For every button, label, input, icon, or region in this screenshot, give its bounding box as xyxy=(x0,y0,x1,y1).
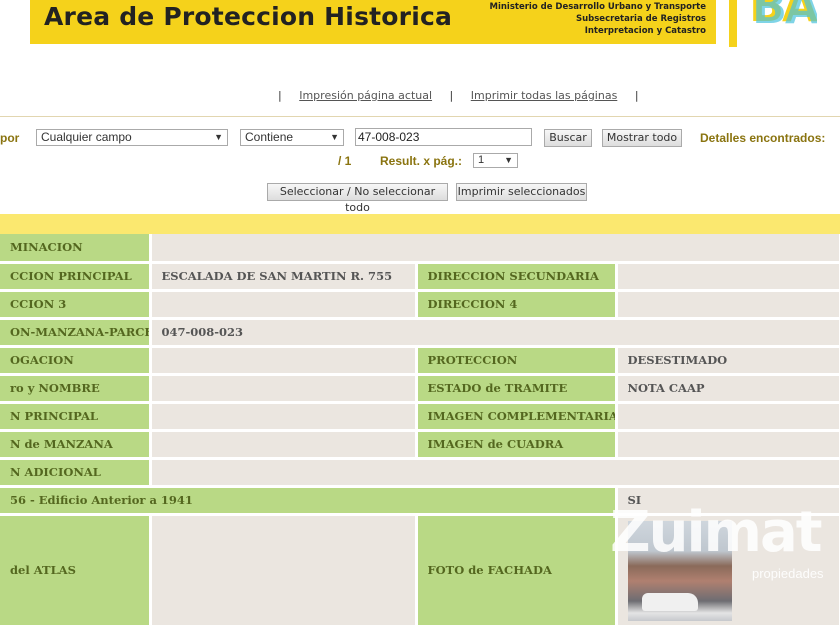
field-label: FOTO de FACHADA xyxy=(416,514,618,628)
print-links: | Impresión página actual | Imprimir tod… xyxy=(278,89,639,102)
toggle-select-all-button[interactable]: Seleccionar / No seleccionar todo xyxy=(267,183,448,214)
field-label: CCION 3 xyxy=(0,290,152,320)
per-page-label: Result. x pág.: xyxy=(380,154,463,168)
page-title: Area de Proteccion Historica xyxy=(44,2,453,31)
chevron-down-icon: ▼ xyxy=(330,132,339,142)
watermark-subtext: propiedades xyxy=(752,566,824,581)
field-value xyxy=(150,458,840,488)
divider-line xyxy=(0,116,840,117)
table-row: OGACION PROTECCION DESESTIMADO xyxy=(0,346,840,376)
table-row: N ADICIONAL xyxy=(0,458,840,488)
separator: | xyxy=(278,89,282,102)
show-all-button[interactable]: Mostrar todo xyxy=(602,129,682,147)
watermark-logo: Zuimat xyxy=(610,500,823,565)
field-label: N ADICIONAL xyxy=(0,458,152,488)
field-label: OGACION xyxy=(0,346,152,376)
field-value: 047-008-023 xyxy=(150,318,840,348)
chevron-down-icon: ▼ xyxy=(214,132,223,142)
field-label: 56 - Edificio Anterior a 1941 xyxy=(0,486,618,516)
operator-select[interactable]: Contiene ▼ xyxy=(240,129,344,146)
field-label: CCION PRINCIPAL xyxy=(0,262,152,292)
field-value xyxy=(616,430,840,460)
chevron-down-icon: ▼ xyxy=(504,155,513,165)
filter-label: por xyxy=(0,131,20,145)
field-label: ro y NOMBRE xyxy=(0,374,152,404)
separator: | xyxy=(449,89,454,102)
per-page-select[interactable]: 1 ▼ xyxy=(473,153,518,168)
field-value xyxy=(150,430,418,460)
field-value xyxy=(150,234,840,264)
field-label: DIRECCION SECUNDARIA xyxy=(416,262,618,292)
found-label: Detalles encontrados: xyxy=(700,131,826,145)
car-shape xyxy=(641,593,698,611)
print-current-page-link[interactable]: Impresión página actual xyxy=(299,89,432,102)
table-row: N PRINCIPAL IMAGEN COMPLEMENTARIA xyxy=(0,402,840,432)
field-value xyxy=(616,262,840,292)
field-label: DIRECCION 4 xyxy=(416,290,618,320)
ministry-line: Interpretacion y Catastro xyxy=(584,26,706,36)
field-label: IMAGEN COMPLEMENTARIA xyxy=(416,402,618,432)
ba-logo-shadow: BA xyxy=(752,0,817,34)
table-row: MINACION xyxy=(0,234,840,264)
ba-logo: BA BA xyxy=(749,0,817,36)
field-value xyxy=(616,290,840,320)
header-divider xyxy=(729,0,737,47)
field-value xyxy=(150,290,418,320)
search-input[interactable]: 47-008-023 xyxy=(355,128,532,146)
ministry-text: Ministerio de Desarrollo Urbano y Transp… xyxy=(489,1,706,37)
field-label: del ATLAS xyxy=(0,514,152,628)
per-page-value: 1 xyxy=(478,154,485,166)
field-value xyxy=(150,514,418,628)
field-select[interactable]: Cualquier campo ▼ xyxy=(36,129,228,146)
field-label: N PRINCIPAL xyxy=(0,402,152,432)
table-row: CCION PRINCIPAL ESCALADA DE SAN MARTIN R… xyxy=(0,262,840,292)
results-header-strip xyxy=(0,214,840,234)
table-row: N de MANZANA IMAGEN de CUADRA xyxy=(0,430,840,460)
print-selected-button[interactable]: Imprimir seleccionados xyxy=(456,183,587,201)
table-row: ro y NOMBRE ESTADO de TRAMITE NOTA CAAP xyxy=(0,374,840,404)
field-value xyxy=(150,374,418,404)
field-value xyxy=(150,346,418,376)
field-value: DESESTIMADO xyxy=(616,346,840,376)
page-count: / 1 xyxy=(338,154,352,168)
field-label: ON-MANZANA-PARCELA xyxy=(0,318,152,348)
field-label: MINACION xyxy=(0,234,152,264)
print-all-pages-link[interactable]: Imprimir todas las páginas xyxy=(471,89,618,102)
field-value: NOTA CAAP xyxy=(616,374,840,404)
table-row: CCION 3 DIRECCION 4 xyxy=(0,290,840,320)
header-banner: Area de Proteccion Historica Ministerio … xyxy=(30,0,716,44)
ministry-line: Ministerio de Desarrollo Urbano y Transp… xyxy=(489,2,706,12)
separator: | xyxy=(634,89,639,102)
field-value: ESCALADA DE SAN MARTIN R. 755 xyxy=(150,262,418,292)
field-label: IMAGEN de CUADRA xyxy=(416,430,618,460)
field-label: N de MANZANA xyxy=(0,430,152,460)
field-label: PROTECCION xyxy=(416,346,618,376)
field-value xyxy=(616,402,840,432)
detail-table: MINACION CCION PRINCIPAL ESCALADA DE SAN… xyxy=(0,234,840,628)
field-value xyxy=(150,402,418,432)
operator-select-value: Contiene xyxy=(245,130,294,144)
table-row: ON-MANZANA-PARCELA 047-008-023 xyxy=(0,318,840,348)
field-label: ESTADO de TRAMITE xyxy=(416,374,618,404)
ministry-line: Subsecretaria de Registros xyxy=(575,14,706,24)
field-select-value: Cualquier campo xyxy=(41,130,132,144)
search-button[interactable]: Buscar xyxy=(544,129,592,147)
